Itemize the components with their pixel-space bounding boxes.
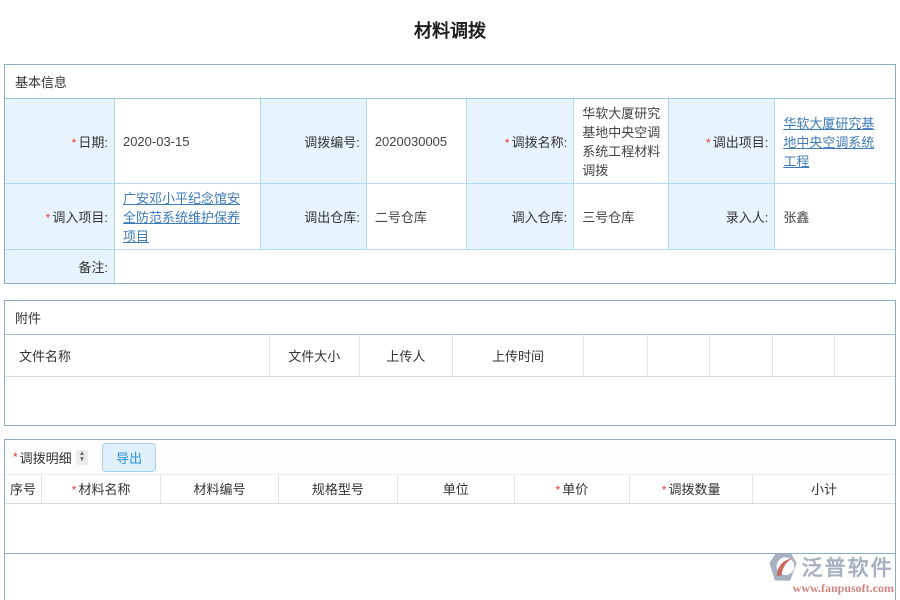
- value-transfer-name: 华软大厦研究基地中央空调系统工程材料调拨: [574, 99, 669, 184]
- details-col-material-number: 材料编号: [161, 475, 278, 503]
- value-date: 2020-03-15: [114, 99, 260, 184]
- required-asterisk: *: [46, 211, 51, 225]
- details-empty-body: [5, 504, 895, 553]
- value-transfer-number: 2020030005: [366, 99, 466, 184]
- details-footer: [5, 553, 895, 600]
- details-table: 序号 *材料名称 材料编号 规格型号 单位 *单价 *调拨数量 小计: [5, 475, 895, 504]
- sort-icon[interactable]: ▲ ▼: [76, 450, 88, 465]
- required-asterisk: *: [556, 483, 561, 497]
- label-in-project: *调入项目:: [5, 184, 114, 250]
- basic-info-section-title: 基本信息: [5, 65, 895, 99]
- attachments-col-empty: [648, 335, 710, 377]
- required-asterisk: *: [72, 136, 77, 150]
- label-out-project: *调出项目:: [669, 99, 775, 184]
- value-out-warehouse: 二号仓库: [366, 184, 466, 250]
- attachments-col-file-size: 文件大小: [269, 335, 359, 377]
- label-entered-by: 录入人:: [669, 184, 775, 250]
- value-in-warehouse: 三号仓库: [574, 184, 669, 250]
- value-entered-by: 张鑫: [775, 184, 895, 250]
- details-col-unit: 单位: [397, 475, 514, 503]
- value-in-project: 广安邓小平纪念馆安全防范系统维护保养项目: [114, 184, 260, 250]
- label-transfer-number: 调拨编号:: [260, 99, 366, 184]
- required-asterisk: *: [13, 450, 18, 464]
- vendor-url: www.fanpusoft.com: [793, 581, 894, 596]
- sort-down-icon: ▼: [79, 457, 85, 464]
- details-strip: * 调拨明细 ▲ ▼ 导出: [5, 440, 895, 475]
- details-col-subtotal: 小计: [753, 475, 895, 503]
- attachments-col-empty: [583, 335, 647, 377]
- details-col-spec-model: 规格型号: [278, 475, 397, 503]
- attachments-col-upload-time: 上传时间: [453, 335, 584, 377]
- details-col-transfer-qty: *调拨数量: [630, 475, 753, 503]
- vendor-name: 泛普软件: [802, 552, 894, 582]
- export-button[interactable]: 导出: [102, 443, 156, 472]
- details-section: * 调拨明细 ▲ ▼ 导出 序号 *材料名称 材料编号 规格型号 单位 *单价 …: [4, 439, 896, 600]
- details-col-unit-price: *单价: [514, 475, 630, 503]
- attachments-table: 文件名称 文件大小 上传人 上传时间: [5, 335, 895, 378]
- attachments-col-file-name: 文件名称: [5, 335, 269, 377]
- details-col-serial: 序号: [5, 475, 41, 503]
- label-in-warehouse: 调入仓库:: [466, 184, 574, 250]
- attachments-empty-body: [5, 377, 895, 425]
- basic-info-section: 基本信息 *日期: 2020-03-15 调拨编号: 2020030005 *调…: [4, 64, 896, 284]
- attachments-col-uploader: 上传人: [359, 335, 452, 377]
- attachments-section-title: 附件: [5, 301, 895, 335]
- value-out-project: 华软大厦研究基地中央空调系统工程: [775, 99, 895, 184]
- vendor-watermark: 泛普软件 www.fanpusoft.com: [767, 551, 894, 596]
- page-title: 材料调拨: [0, 0, 900, 60]
- attachments-col-empty: [710, 335, 772, 377]
- required-asterisk: *: [505, 136, 510, 150]
- fanpu-logo-icon: [767, 551, 799, 583]
- out-project-link[interactable]: 华软大厦研究基地中央空调系统工程: [783, 116, 874, 169]
- required-asterisk: *: [662, 483, 667, 497]
- label-out-warehouse: 调出仓库:: [260, 184, 366, 250]
- details-col-material-name: *材料名称: [41, 475, 160, 503]
- required-asterisk: *: [72, 483, 77, 497]
- label-remarks: 备注:: [5, 250, 114, 283]
- attachments-col-empty: [772, 335, 834, 377]
- required-asterisk: *: [706, 136, 711, 150]
- in-project-link[interactable]: 广安邓小平纪念馆安全防范系统维护保养项目: [123, 191, 240, 244]
- attachments-col-empty: [834, 335, 895, 377]
- label-date: *日期:: [5, 99, 114, 184]
- basic-info-table: *日期: 2020-03-15 调拨编号: 2020030005 *调拨名称: …: [5, 99, 895, 283]
- label-transfer-name: *调拨名称:: [466, 99, 574, 184]
- value-remarks: [114, 250, 895, 283]
- attachments-section: 附件 文件名称 文件大小 上传人 上传时间: [4, 300, 896, 427]
- details-section-title: 调拨明细: [20, 448, 72, 467]
